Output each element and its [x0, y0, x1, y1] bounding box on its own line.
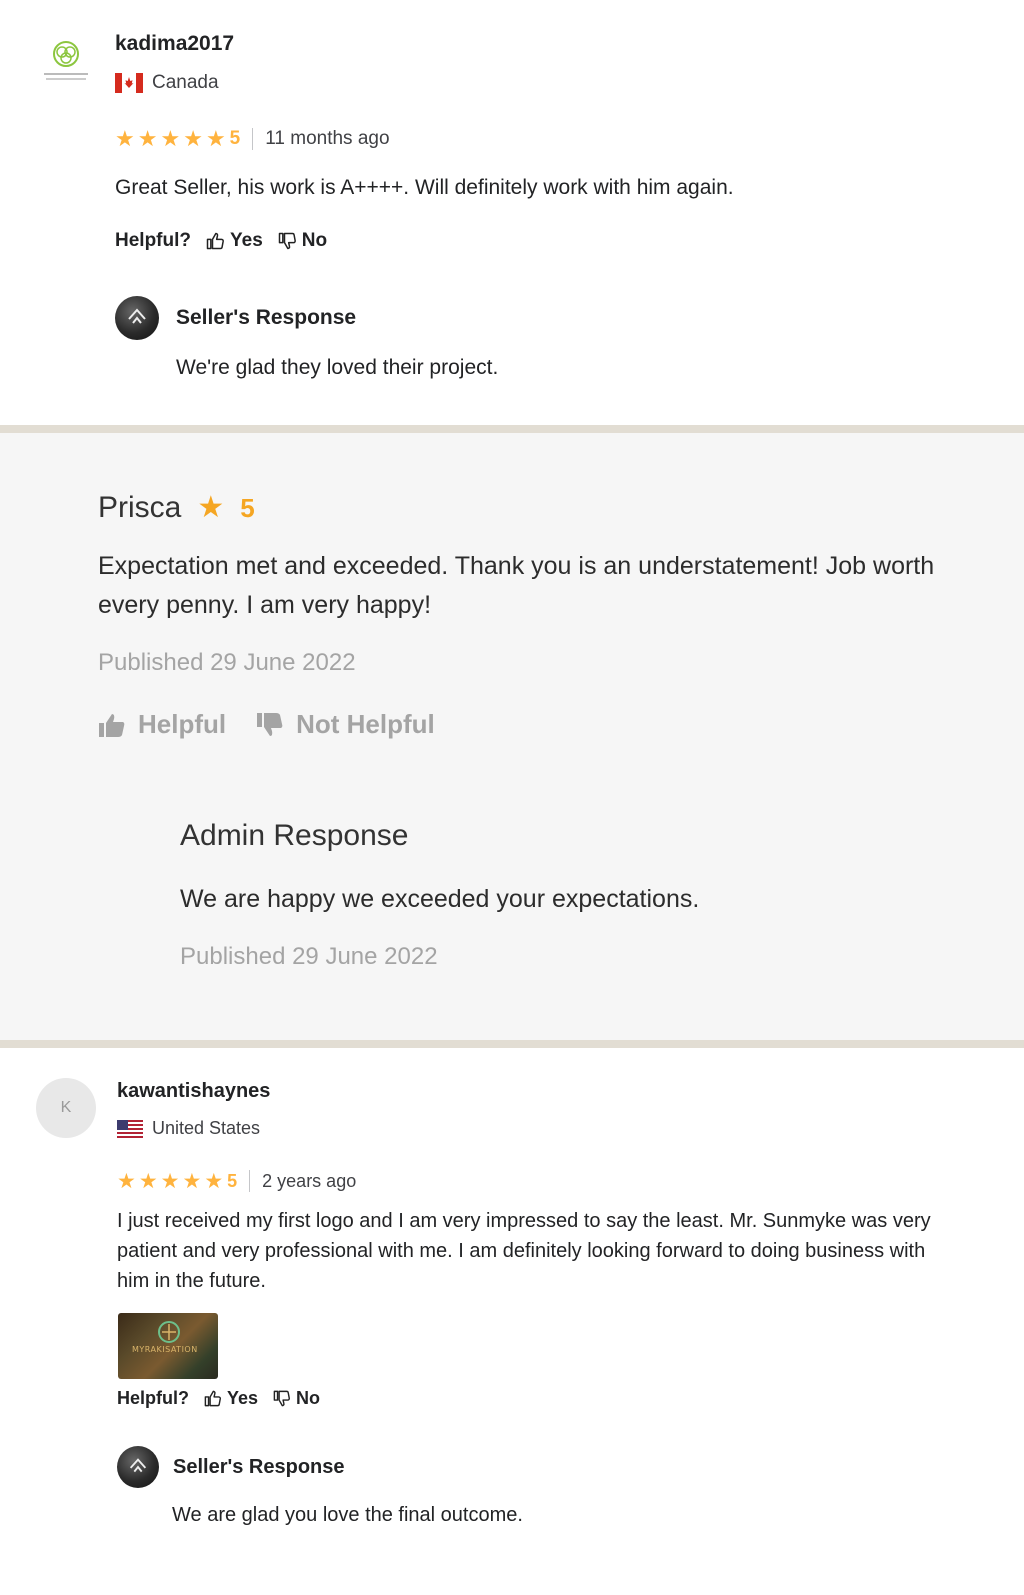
review-card-kadima2017: kadima2017 Canada ★ ★ ★ ★ ★ 5 11 months … — [0, 0, 1024, 425]
helpful-yes-button[interactable]: Yes — [205, 230, 263, 252]
reviewer-username[interactable]: kadima2017 — [115, 32, 234, 56]
section-divider — [0, 425, 1024, 433]
delivery-image-thumbnail[interactable]: MYRAKISATION — [118, 1313, 218, 1379]
star-icon: ★ — [183, 126, 203, 151]
helpful-label: Helpful? — [115, 230, 191, 251]
helpful-buttons: Helpful Not Helpful — [98, 709, 435, 740]
helpful-row: Helpful? Yes No — [117, 1388, 320, 1409]
seller-avatar-icon — [115, 296, 159, 340]
thumbs-down-icon — [278, 232, 296, 250]
review-card-kawantishaynes: K kawantishaynes United States ★ ★ ★ ★ ★… — [0, 1048, 1024, 1595]
seller-response-title: Seller's Response — [173, 1455, 345, 1478]
seller-avatar-icon — [117, 1446, 159, 1488]
rating-value: 5 — [227, 1170, 238, 1191]
star-rating: ★ ★ ★ ★ ★ — [117, 1171, 223, 1192]
helpful-no-button[interactable]: No — [272, 1388, 320, 1409]
avatar[interactable]: K — [36, 1078, 96, 1138]
usa-flag-icon — [117, 1119, 143, 1138]
star-icon: ★ — [205, 126, 226, 151]
helpful-label: Helpful — [138, 709, 227, 739]
admin-response-text: We are happy we exceeded your expectatio… — [180, 885, 700, 913]
star-rating: ★ ★ ★ ★ ★ — [115, 128, 226, 150]
rating-row: ★ ★ ★ ★ ★ 5 11 months ago — [115, 128, 390, 150]
not-helpful-label: Not Helpful — [296, 709, 435, 739]
organic-logo-avatar-icon[interactable] — [40, 40, 92, 88]
seller-response-header: Seller's Response — [117, 1446, 345, 1488]
star-icon: ★ — [204, 1169, 224, 1193]
rating-value: 5 — [240, 492, 255, 523]
country-name: United States — [152, 1118, 261, 1138]
yes-label: Yes — [227, 1388, 259, 1408]
reviewer-country: United States — [117, 1118, 260, 1139]
separator — [252, 128, 254, 150]
thumbs-up-icon — [204, 1390, 221, 1407]
helpful-no-button[interactable]: No — [277, 230, 327, 252]
thumbs-down-icon — [273, 1390, 291, 1407]
helpful-label: Helpful? — [117, 1388, 189, 1408]
separator — [249, 1170, 251, 1192]
star-icon: ★ — [115, 126, 135, 151]
star-icon: ★ — [117, 1169, 136, 1193]
star-icon: ★ — [138, 1169, 158, 1193]
star-icon: ★ — [197, 491, 225, 524]
helpful-button[interactable]: Helpful — [98, 709, 226, 740]
country-name: Canada — [152, 72, 219, 93]
star-icon: ★ — [182, 1169, 202, 1193]
not-helpful-button[interactable]: Not Helpful — [256, 709, 435, 740]
seller-response-text: We're glad they loved their project. — [176, 356, 499, 379]
review-text: Great Seller, his work is A++++. Will de… — [115, 176, 734, 199]
review-text: Expectation met and exceeded. Thank you … — [98, 552, 935, 619]
rating-row: ★ ★ ★ ★ ★ 5 2 years ago — [117, 1170, 356, 1192]
thumbnail-wordmark: MYRAKISATION — [132, 1345, 198, 1354]
thumbs-down-icon — [257, 712, 283, 736]
reviewer-username[interactable]: kawantishaynes — [117, 1080, 270, 1103]
seller-response-title: Seller's Response — [176, 306, 357, 329]
review-time: 11 months ago — [265, 128, 390, 149]
star-icon: ★ — [137, 126, 158, 151]
thumbs-up-icon — [206, 232, 224, 250]
star-icon: ★ — [160, 1169, 180, 1193]
no-label: No — [301, 230, 328, 251]
logo-image-icon — [158, 1321, 180, 1343]
seller-response-text: We are glad you love the final outcome. — [172, 1504, 523, 1526]
review-time: 2 years ago — [262, 1170, 357, 1191]
admin-published-date: Published 29 June 2022 — [180, 943, 438, 970]
helpful-yes-button[interactable]: Yes — [203, 1388, 258, 1409]
yes-label: Yes — [230, 230, 263, 251]
canada-flag-icon — [115, 73, 143, 93]
seller-response-header: Seller's Response — [115, 296, 356, 340]
no-label: No — [296, 1388, 321, 1408]
review-card-prisca: Prisca ★ 5 Expectation met and exceeded.… — [0, 433, 1024, 1040]
rating-value: 5 — [229, 128, 241, 149]
admin-response-title: Admin Response — [180, 819, 409, 852]
reviewer-name: Prisca — [98, 491, 182, 524]
reviewer-country: Canada — [115, 72, 219, 94]
published-date: Published 29 June 2022 — [98, 649, 356, 676]
review-text: I just received my first logo and I am v… — [117, 1210, 931, 1292]
thumbs-up-icon — [99, 713, 125, 737]
helpful-row: Helpful? Yes No — [115, 230, 327, 252]
reviewer-header: Prisca ★ 5 — [98, 491, 255, 525]
section-divider — [0, 1040, 1024, 1048]
star-icon: ★ — [160, 126, 181, 151]
